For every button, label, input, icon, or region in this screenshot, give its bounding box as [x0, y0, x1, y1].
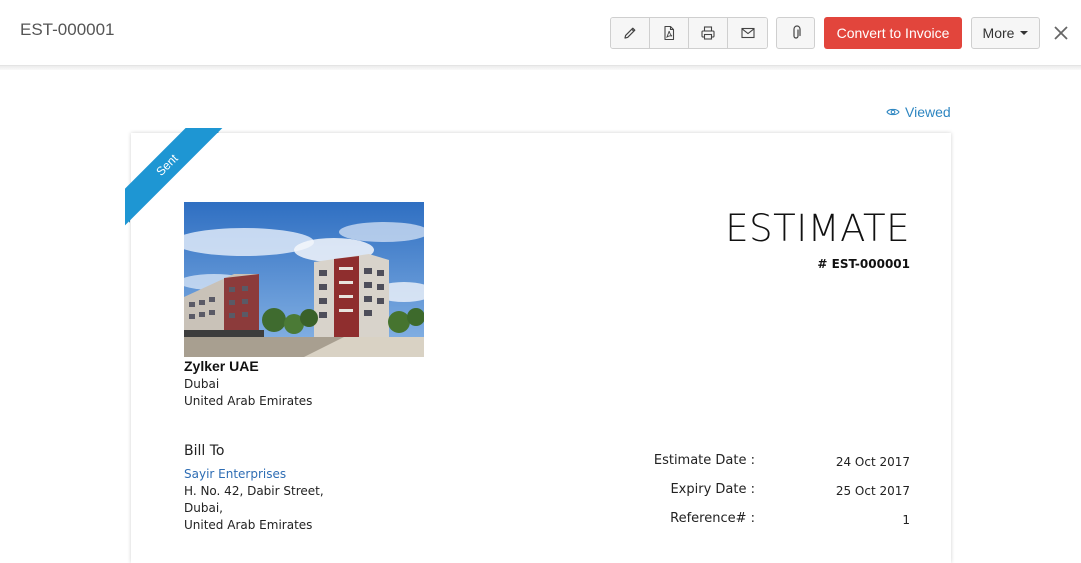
expiry-date-value: 25 Oct 2017	[835, 484, 910, 498]
client-address-line: Dubai,	[184, 501, 223, 515]
more-button[interactable]: More	[971, 17, 1040, 49]
reference-label: Reference# :	[670, 511, 755, 526]
expiry-date-label: Expiry Date :	[670, 482, 755, 497]
printer-icon	[701, 26, 715, 40]
client-address-line: United Arab Emirates	[184, 518, 313, 532]
pencil-icon	[624, 27, 636, 39]
company-country: United Arab Emirates	[184, 394, 313, 408]
pdf-icon	[664, 25, 675, 41]
estimate-date-value: 24 Oct 2017	[835, 455, 910, 469]
company-logo-image	[184, 202, 424, 357]
email-button[interactable]	[728, 18, 767, 48]
top-bar: EST-000001 Convert to Invoice More	[0, 0, 1081, 66]
pdf-button[interactable]	[650, 18, 689, 48]
client-address-line: H. No. 42, Dabir Street,	[184, 484, 324, 498]
client-name-link[interactable]: Sayir Enterprises	[184, 467, 286, 481]
chevron-down-icon	[1020, 31, 1029, 35]
more-button-label: More	[982, 25, 1015, 41]
estimate-date-label: Estimate Date :	[653, 453, 755, 468]
attach-button[interactable]	[776, 17, 815, 49]
document-title: ESTIMATE	[725, 207, 910, 250]
viewed-label: Viewed	[905, 104, 951, 120]
action-button-group	[610, 17, 768, 49]
print-button[interactable]	[689, 18, 728, 48]
edit-button[interactable]	[611, 18, 650, 48]
reference-value: 1	[902, 513, 910, 527]
viewed-status: Viewed	[886, 104, 951, 120]
estimate-number: # EST-000001	[817, 257, 910, 271]
mail-icon	[740, 27, 755, 39]
eye-icon	[886, 108, 900, 116]
page-title: EST-000001	[20, 20, 115, 39]
paperclip-icon	[792, 25, 801, 39]
close-icon[interactable]	[1052, 24, 1070, 42]
company-city: Dubai	[184, 377, 220, 391]
topbar-divider	[0, 66, 1081, 70]
company-name: Zylker UAE	[184, 358, 259, 374]
convert-to-invoice-button[interactable]: Convert to Invoice	[824, 17, 962, 49]
bill-to-label: Bill To	[184, 443, 225, 459]
